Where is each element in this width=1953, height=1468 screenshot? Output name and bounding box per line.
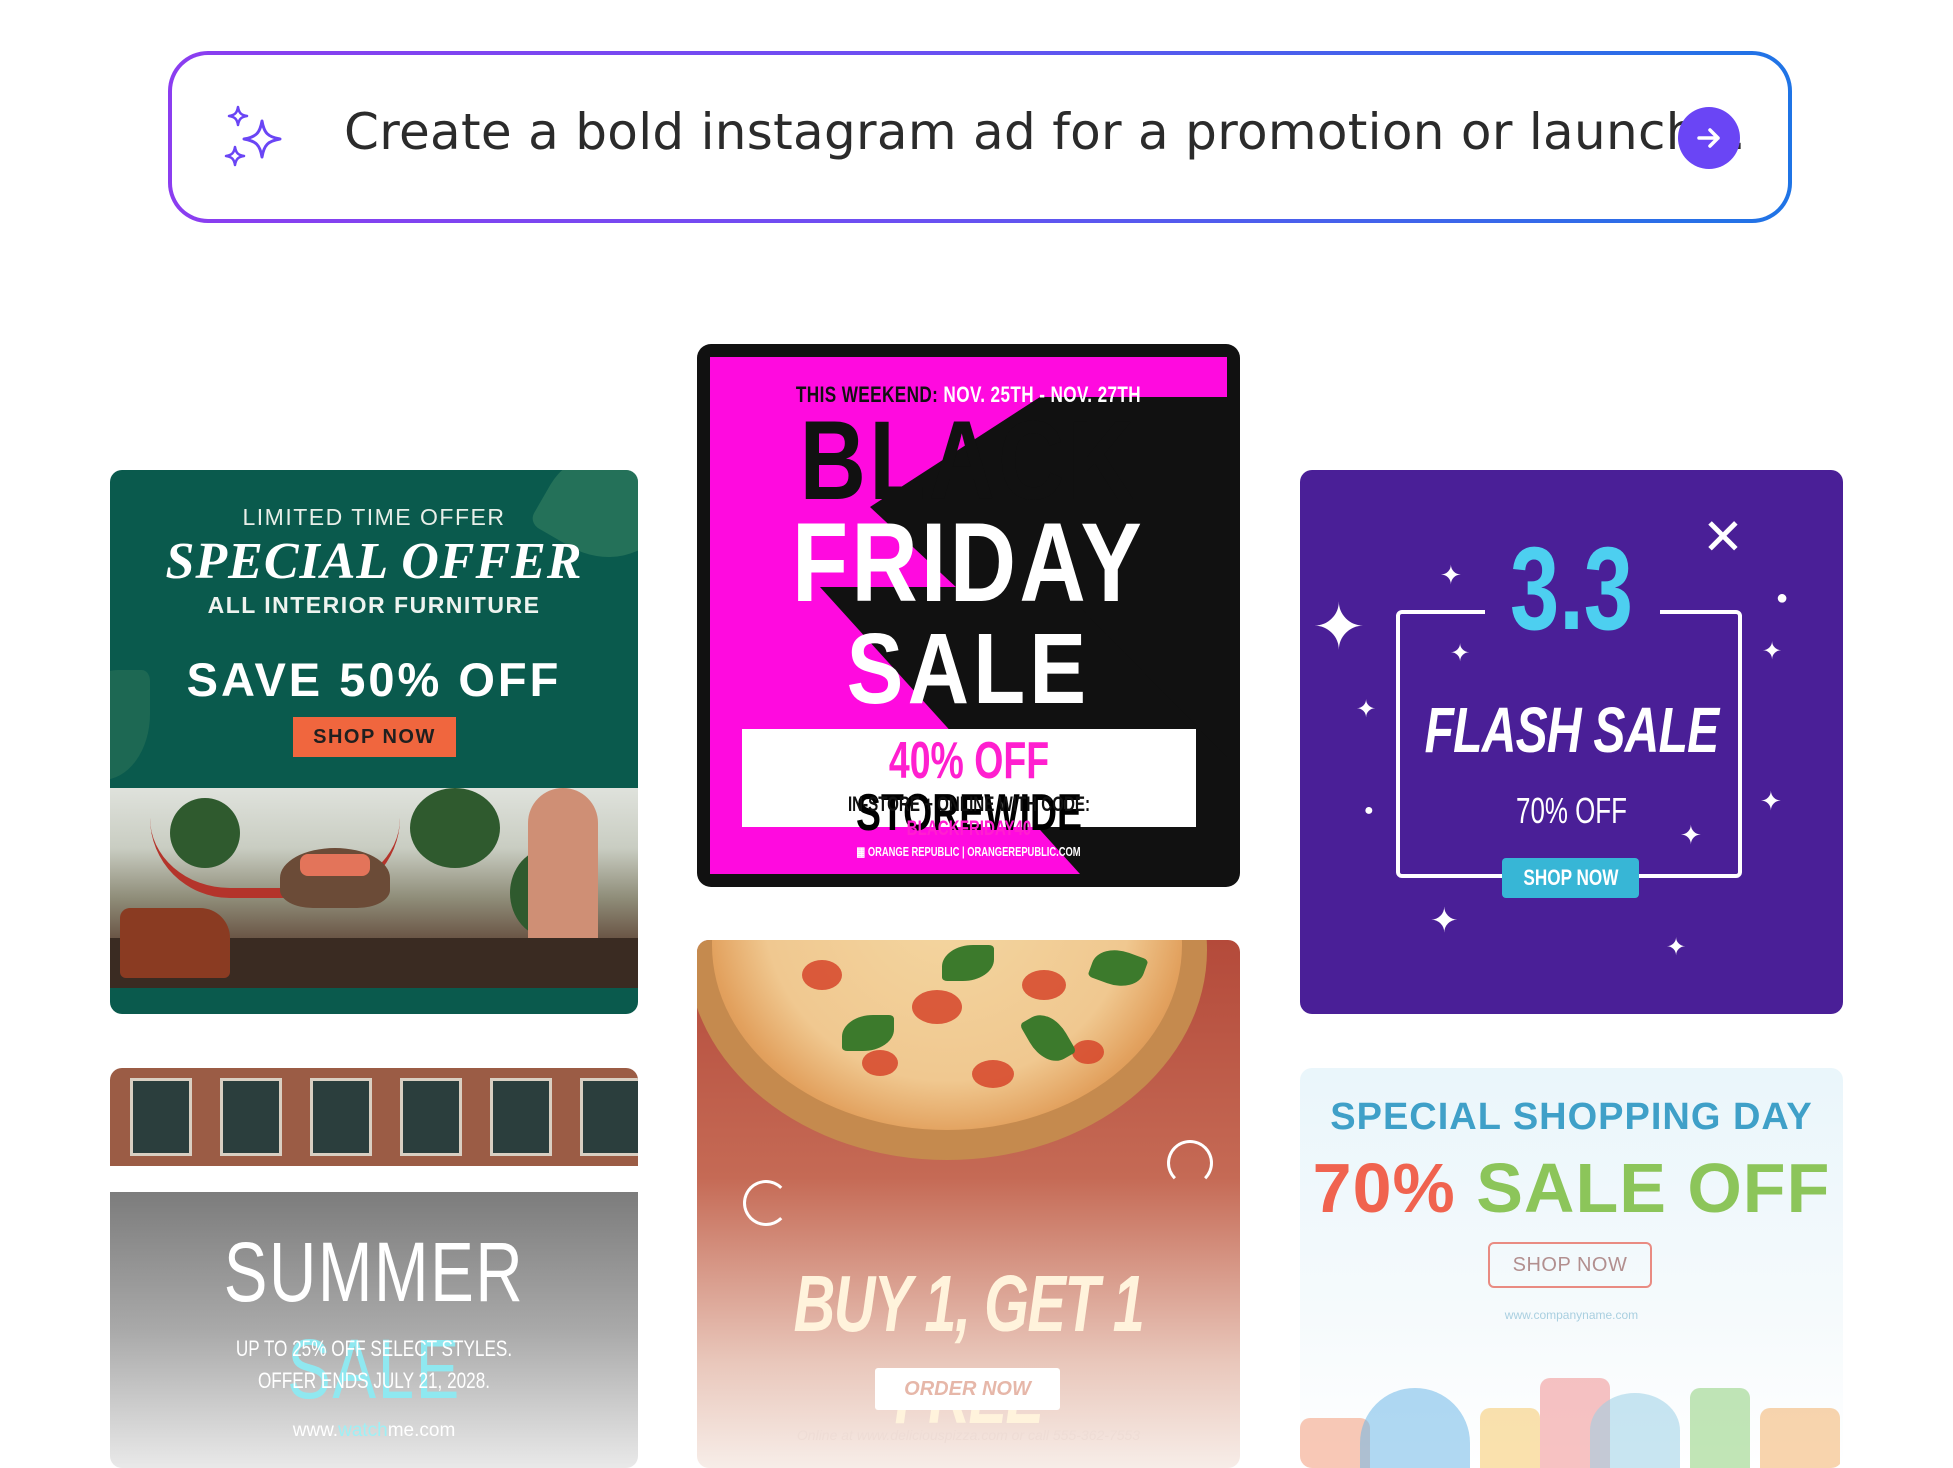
card-details: UP TO 25% OFF SELECT STYLES. OFFER ENDS … bbox=[235, 1336, 513, 1393]
shop-now-button: SHOP NOW bbox=[1488, 1242, 1652, 1288]
offer-box: 40% OFF STOREWIDE IN-STORE + ONLINE WITH… bbox=[742, 729, 1196, 840]
headline-word-3: SALE bbox=[846, 613, 1091, 725]
building-photo bbox=[110, 1068, 638, 1166]
card-website: Online at www.deliciouspizza.com or call… bbox=[796, 1427, 1141, 1443]
shop-now-button: SHOP NOW bbox=[1502, 858, 1639, 898]
template-card-black-friday[interactable]: THIS WEEKEND: NOV. 25TH - NOV. 27TH BLAC… bbox=[697, 344, 1240, 887]
prompt-bar[interactable]: Create a bold instagram ad for a promoti… bbox=[168, 51, 1792, 223]
card-website: www.companyname.com bbox=[1504, 1308, 1639, 1322]
star-icon: ✦ bbox=[1430, 902, 1459, 940]
card-headline: BUY 1, GET 1 FREE bbox=[793, 1259, 1145, 1440]
card-headline: 70% SALE OFF bbox=[1312, 1149, 1831, 1227]
code-line: IN-STORE + ONLINE WITH CODE: BLACKFRIDAY… bbox=[847, 793, 1091, 840]
toy-illustration bbox=[1360, 1388, 1470, 1468]
headline-word-2: FRIDAY bbox=[791, 500, 1146, 625]
dot-icon: ● bbox=[1364, 802, 1374, 819]
toy-illustration bbox=[1690, 1388, 1750, 1468]
star-icon: ✦ bbox=[1312, 591, 1366, 663]
sparkle-icon bbox=[224, 105, 282, 167]
template-card-summer-sale[interactable]: SUMMER SALE UP TO 25% OFF SELECT STYLES.… bbox=[110, 1068, 638, 1468]
arrow-right-icon bbox=[1697, 128, 1720, 148]
toy-illustration bbox=[1590, 1393, 1680, 1468]
template-card-shopping-day[interactable]: SPECIAL SHOPPING DAY 70% SALE OFF SHOP N… bbox=[1300, 1068, 1843, 1468]
dot-icon: ● bbox=[1776, 587, 1789, 609]
swirl-decoration bbox=[1167, 1140, 1213, 1186]
card-headline: FLASH SALE bbox=[1424, 694, 1720, 766]
card-headline: SPECIAL OFFER bbox=[165, 533, 583, 590]
toy-illustration bbox=[1760, 1408, 1840, 1468]
submit-button[interactable] bbox=[1678, 107, 1740, 169]
shop-now-button: SHOP NOW bbox=[293, 717, 456, 757]
star-icon: ✦ bbox=[1680, 820, 1702, 850]
toy-illustration bbox=[1480, 1408, 1540, 1468]
star-icon: ✦ bbox=[1450, 640, 1471, 667]
star-icon: ✦ bbox=[1666, 934, 1687, 961]
order-now-button: ORDER NOW bbox=[875, 1368, 1060, 1410]
card-subheadline: ALL INTERIOR FURNITURE bbox=[207, 592, 541, 618]
star-icon: ✕ bbox=[1702, 509, 1744, 565]
prompt-placeholder[interactable]: Create a bold instagram ad for a promoti… bbox=[344, 103, 1746, 161]
swirl-decoration bbox=[743, 1180, 789, 1226]
card-discount: 70% OFF bbox=[1516, 790, 1627, 831]
template-card-pizza[interactable]: BUY 1, GET 1 FREE ORDER NOW Online at ww… bbox=[697, 940, 1240, 1468]
template-card-flash-sale[interactable]: 3.3 FLASH SALE 70% OFF SHOP NOW ✦ ✕ ✦ ✦ … bbox=[1300, 470, 1843, 1014]
star-icon: ✦ bbox=[1356, 696, 1377, 723]
star-icon: ✦ bbox=[1760, 786, 1782, 816]
interior-photo bbox=[110, 788, 638, 988]
card-discount: SAVE 50% OFF bbox=[186, 653, 562, 706]
prompt-input-container[interactable]: Create a bold instagram ad for a promoti… bbox=[172, 55, 1788, 219]
template-card-special-offer[interactable]: LIMITED TIME OFFER SPECIAL OFFER ALL INT… bbox=[110, 470, 638, 1014]
card-kicker: SPECIAL SHOPPING DAY bbox=[1330, 1096, 1813, 1138]
card-kicker: LIMITED TIME OFFER bbox=[242, 504, 506, 530]
star-icon: ✦ bbox=[1762, 638, 1783, 665]
card-website: www.watchme.com bbox=[292, 1420, 456, 1441]
star-icon: ✦ bbox=[1440, 560, 1462, 590]
footer-brand: ▦ ORANGE REPUBLIC | ORANGEREPUBLIC.COM bbox=[856, 844, 1081, 859]
store-icon: ▦ bbox=[856, 844, 866, 859]
